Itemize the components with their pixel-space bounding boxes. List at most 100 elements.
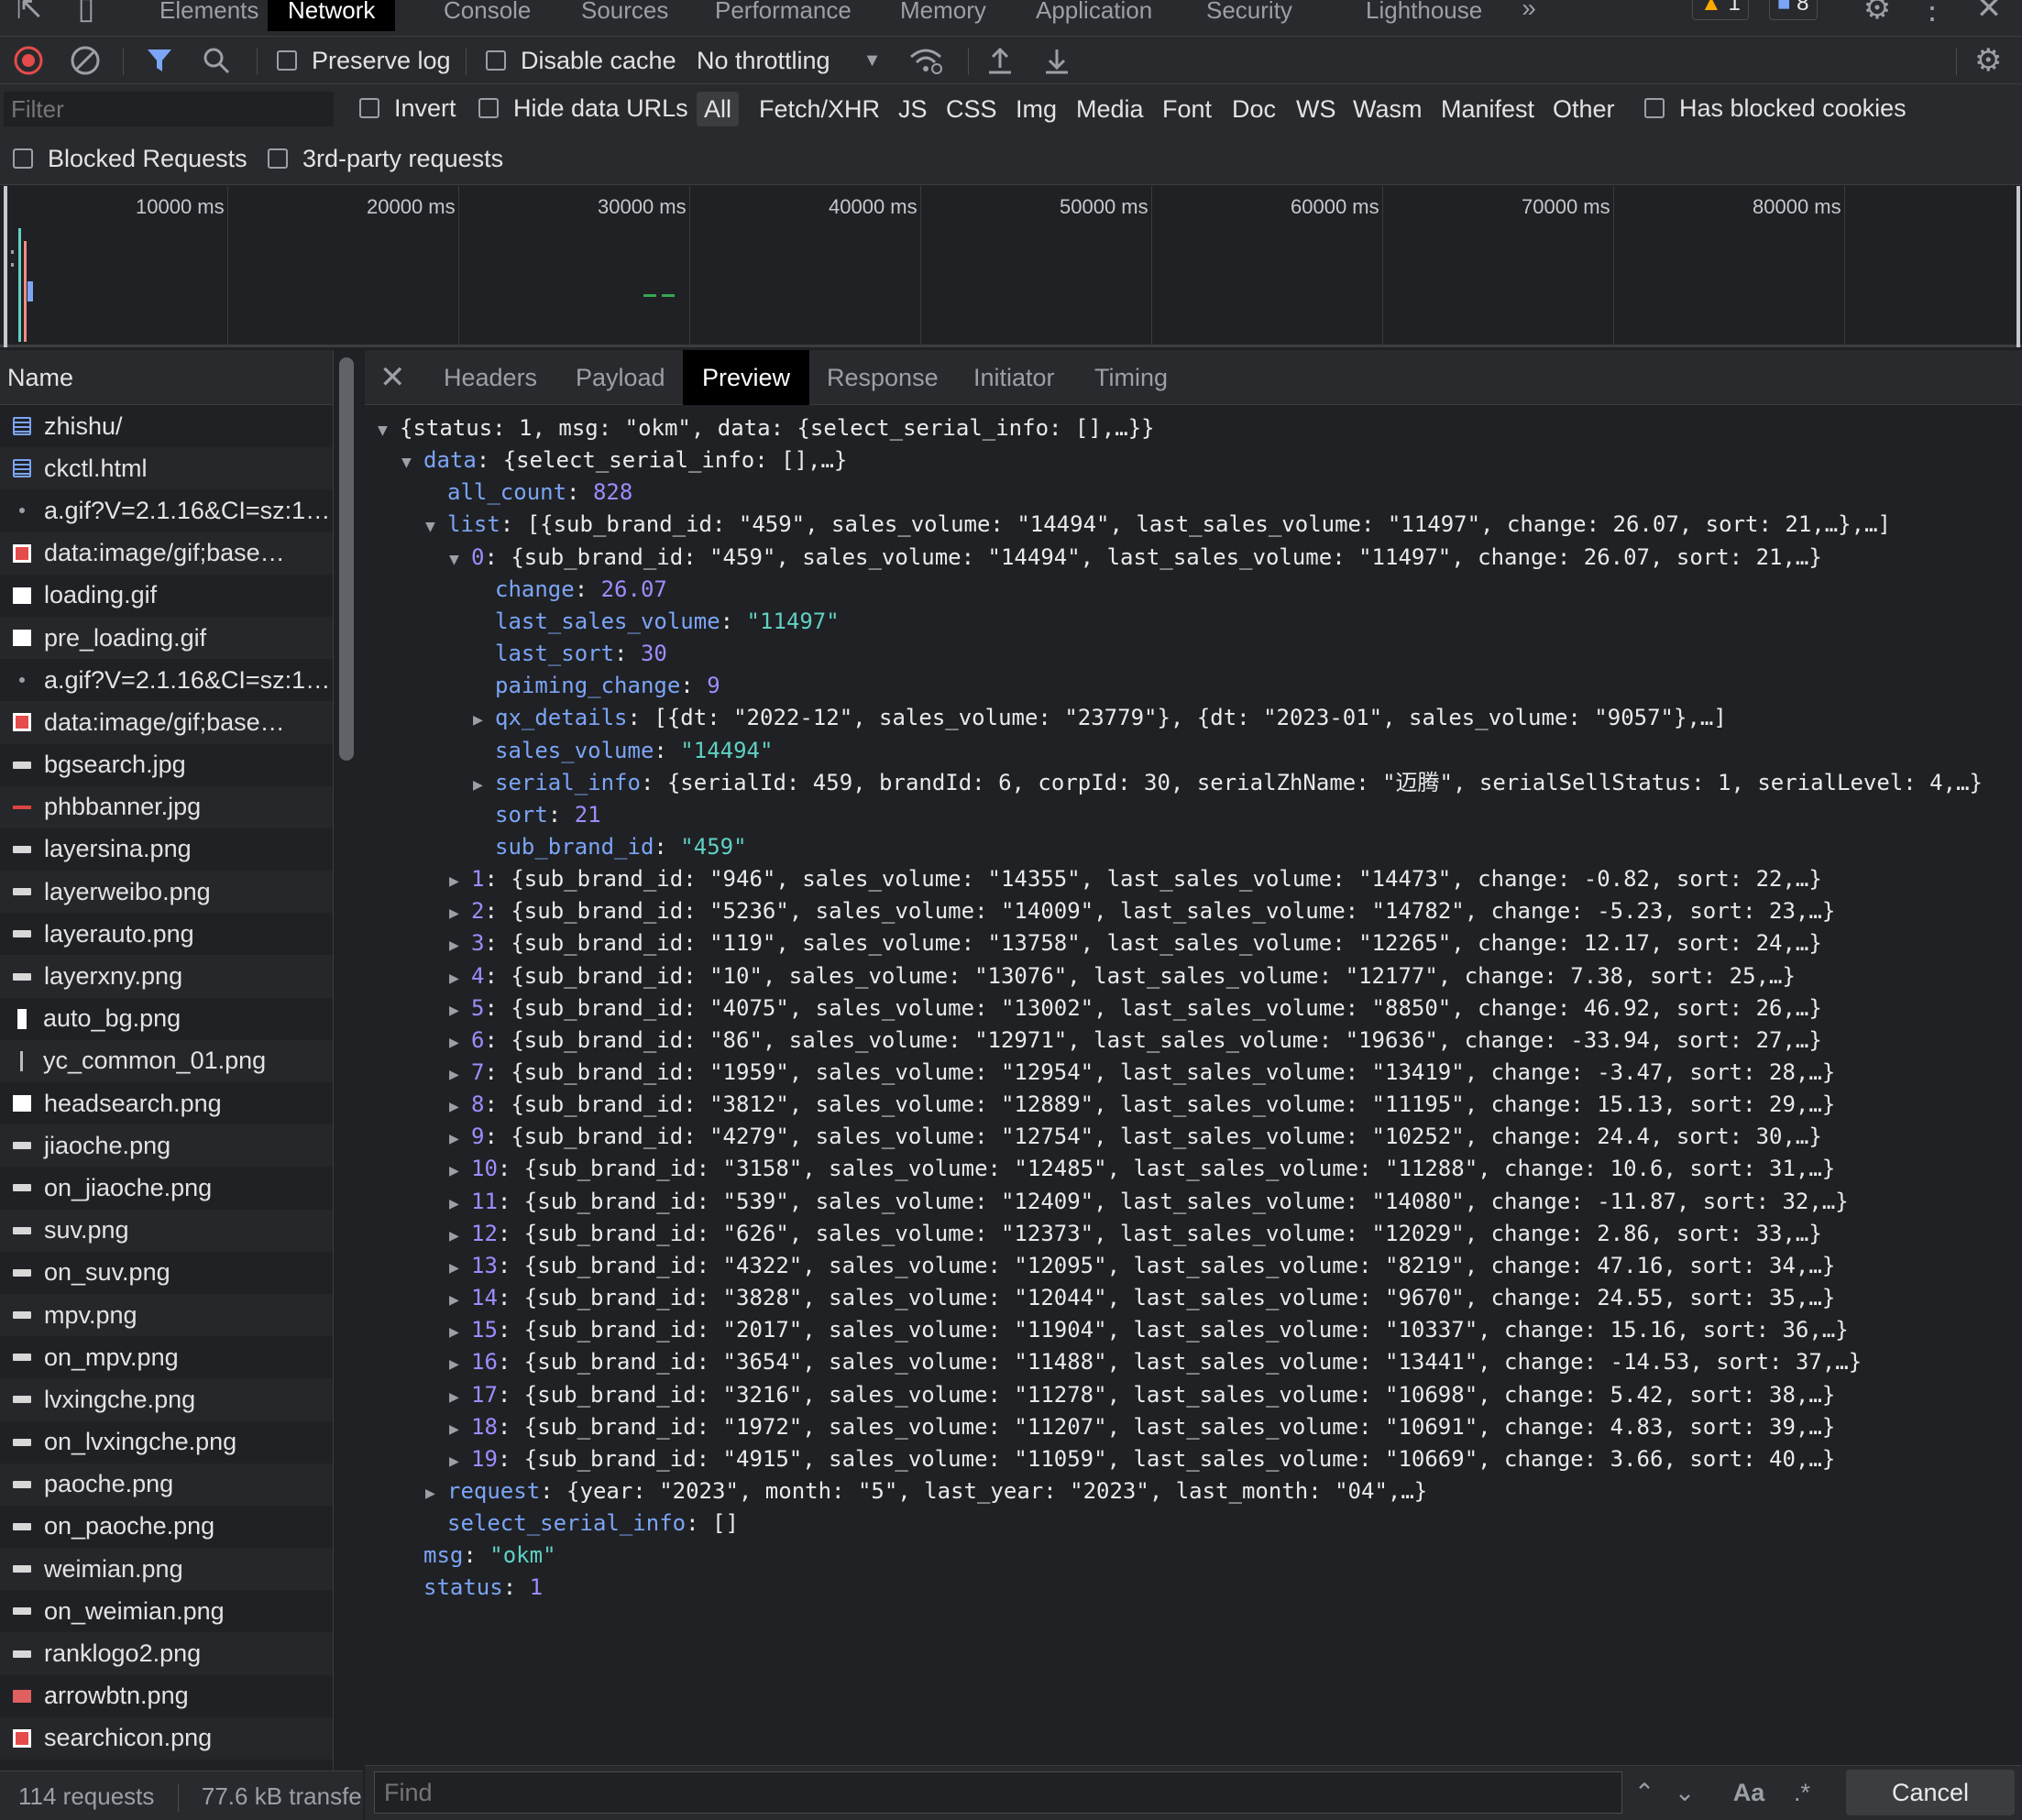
- request-row[interactable]: suv.png: [0, 1209, 333, 1252]
- warnings-badge[interactable]: ▲ 1: [1692, 0, 1749, 20]
- collapsed-triangle-icon[interactable]: ▶: [449, 897, 471, 929]
- filter-type-css[interactable]: CSS: [942, 92, 1001, 126]
- collapsed-triangle-icon[interactable]: ▶: [425, 1477, 447, 1509]
- json-tree-line[interactable]: ▶ 8: {sub_brand_id: "3812", sales_volume:…: [449, 1089, 1835, 1121]
- collapsed-triangle-icon[interactable]: ▶: [449, 1284, 471, 1316]
- overview-right-handle[interactable]: [2017, 186, 2020, 347]
- name-column-header[interactable]: Name: [0, 350, 333, 405]
- more-tabs-icon[interactable]: »: [1509, 0, 1549, 31]
- request-row[interactable]: data:image/gif;base…: [0, 532, 333, 575]
- collapsed-triangle-icon[interactable]: ▶: [449, 1123, 471, 1155]
- preserve-log-checkbox[interactable]: Preserve log: [277, 37, 451, 84]
- filter-type-doc[interactable]: Doc: [1228, 92, 1280, 126]
- json-tree-line[interactable]: ▶ 15: {sub_brand_id: "2017", sales_volume…: [449, 1314, 1849, 1346]
- collapsed-triangle-icon[interactable]: ▶: [449, 1026, 471, 1058]
- inspect-element-icon[interactable]: ⇱: [9, 0, 49, 31]
- filter-type-media[interactable]: Media: [1072, 92, 1148, 126]
- json-tree-line[interactable]: ▼ data: {select_serial_info: [],…}: [401, 444, 847, 477]
- export-har-icon[interactable]: [1043, 37, 1071, 84]
- request-row[interactable]: loading.gif: [0, 575, 333, 617]
- json-tree-line[interactable]: ▶ 7: {sub_brand_id: "1959", sales_volume:…: [449, 1057, 1835, 1089]
- match-case-button[interactable]: Aa: [1723, 1771, 1775, 1814]
- tab-lighthouse[interactable]: Lighthouse: [1366, 0, 1482, 31]
- json-tree-line[interactable]: ▼ {status: 1, msg: "okm", data: {select_s…: [378, 412, 1155, 444]
- request-row[interactable]: layersina.png: [0, 828, 333, 871]
- network-conditions-icon[interactable]: [907, 37, 944, 84]
- collapsed-triangle-icon[interactable]: ▶: [449, 1058, 471, 1091]
- expanded-triangle-icon[interactable]: ▼: [425, 510, 447, 543]
- collapsed-triangle-icon[interactable]: ▶: [449, 1091, 471, 1123]
- filter-icon[interactable]: [145, 37, 174, 84]
- overview-left-handle[interactable]: [4, 186, 7, 347]
- tab-console[interactable]: Console: [444, 0, 531, 31]
- device-toolbar-icon[interactable]: ▯: [66, 0, 106, 31]
- third-party-requests-checkbox[interactable]: 3rd-party requests: [268, 132, 503, 185]
- tab-security[interactable]: Security: [1206, 0, 1292, 31]
- close-devtools-icon[interactable]: ✕: [1969, 0, 2009, 31]
- json-tree-line[interactable]: ▶ qx_details: [{dt: "2022-12", sales_volu…: [473, 702, 1727, 734]
- request-row[interactable]: on_suv.png: [0, 1252, 333, 1294]
- detail-tab-payload[interactable]: Payload: [576, 350, 665, 405]
- collapsed-triangle-icon[interactable]: ▶: [449, 962, 471, 994]
- record-stop-icon[interactable]: [13, 37, 44, 84]
- collapsed-triangle-icon[interactable]: ▶: [449, 994, 471, 1026]
- expanded-triangle-icon[interactable]: ▼: [378, 414, 400, 446]
- json-tree-line[interactable]: ▼ list: [{sub_brand_id: "459", sales_volu…: [425, 509, 1891, 541]
- request-row[interactable]: bgsearch.jpg: [0, 744, 333, 786]
- import-har-icon[interactable]: [986, 37, 1014, 84]
- hide-data-urls-checkbox[interactable]: Hide data URLs: [478, 84, 688, 132]
- request-row[interactable]: data:image/gif;base…: [0, 701, 333, 744]
- collapsed-triangle-icon[interactable]: ▶: [449, 1188, 471, 1220]
- collapsed-triangle-icon[interactable]: ▶: [449, 1252, 471, 1284]
- collapsed-triangle-icon[interactable]: ▶: [449, 1155, 471, 1187]
- request-row[interactable]: searchicon.png: [0, 1716, 333, 1760]
- request-row[interactable]: pre_loading.gif: [0, 616, 333, 660]
- request-row[interactable]: on_paoche.png: [0, 1506, 333, 1548]
- collapsed-triangle-icon[interactable]: ▶: [449, 1348, 471, 1380]
- request-row[interactable]: weimian.png: [0, 1548, 333, 1591]
- clear-icon[interactable]: [70, 37, 101, 84]
- request-row[interactable]: on_jiaoche.png: [0, 1167, 333, 1209]
- request-row[interactable]: yc_common_01.png: [0, 1039, 333, 1082]
- json-tree-line[interactable]: ▶ 4: {sub_brand_id: "10", sales_volume: "…: [449, 960, 1796, 992]
- tab-elements[interactable]: Elements: [159, 0, 258, 31]
- has-blocked-cookies-checkbox[interactable]: Has blocked cookies: [1644, 84, 1907, 132]
- request-row[interactable]: ranklogo2.png: [0, 1632, 333, 1675]
- json-tree-line[interactable]: ▶ 5: {sub_brand_id: "4075", sales_volume:…: [449, 992, 1822, 1025]
- request-row[interactable]: paoche.png: [0, 1463, 333, 1506]
- filter-type-ws[interactable]: WS: [1292, 92, 1340, 126]
- close-detail-icon[interactable]: ✕: [379, 350, 406, 405]
- json-tree-line[interactable]: ▼ 0: {sub_brand_id: "459", sales_volume: …: [449, 542, 1822, 574]
- filter-type-all[interactable]: All: [697, 92, 740, 126]
- settings-gear-icon[interactable]: ⚙: [1857, 0, 1897, 31]
- json-tree-line[interactable]: ▶ 14: {sub_brand_id: "3828", sales_volume…: [449, 1282, 1835, 1314]
- find-input[interactable]: [374, 1771, 1622, 1814]
- request-row[interactable]: on_lvxingche.png: [0, 1421, 333, 1464]
- request-row[interactable]: on_weimian.png: [0, 1590, 333, 1632]
- tab-network[interactable]: Network: [268, 0, 396, 31]
- filter-type-js[interactable]: JS: [895, 92, 931, 126]
- json-tree-line[interactable]: ▶ 2: {sub_brand_id: "5236", sales_volume:…: [449, 895, 1835, 927]
- disable-cache-checkbox[interactable]: Disable cache: [486, 37, 676, 84]
- detail-tab-timing[interactable]: Timing: [1094, 350, 1168, 405]
- request-row[interactable]: a.gif?V=2.1.16&CI=sz:1…: [0, 659, 333, 701]
- json-tree-line[interactable]: ▶ 6: {sub_brand_id: "86", sales_volume: "…: [449, 1025, 1822, 1057]
- collapsed-triangle-icon[interactable]: ▶: [449, 1413, 471, 1445]
- detail-tab-preview[interactable]: Preview: [683, 350, 810, 405]
- collapsed-triangle-icon[interactable]: ▶: [449, 1445, 471, 1477]
- expanded-triangle-icon[interactable]: ▼: [449, 543, 471, 576]
- request-row[interactable]: ckctl.html: [0, 447, 333, 490]
- json-tree-line[interactable]: ▶ 17: {sub_brand_id: "3216", sales_volume…: [449, 1379, 1835, 1411]
- json-tree-line[interactable]: ▶ 19: {sub_brand_id: "4915", sales_volume…: [449, 1443, 1835, 1475]
- blocked-requests-checkbox[interactable]: Blocked Requests: [13, 132, 247, 185]
- collapsed-triangle-icon[interactable]: ▶: [449, 1316, 471, 1348]
- json-tree-line[interactable]: ▶ 12: {sub_brand_id: "626", sales_volume:…: [449, 1218, 1822, 1250]
- collapsed-triangle-icon[interactable]: ▶: [449, 929, 471, 961]
- request-row[interactable]: zhishu/: [0, 405, 333, 447]
- collapsed-triangle-icon[interactable]: ▶: [449, 1381, 471, 1413]
- request-list-scrollbar[interactable]: [339, 357, 354, 761]
- messages-badge[interactable]: ■ 8: [1769, 0, 1818, 20]
- collapsed-triangle-icon[interactable]: ▶: [449, 865, 471, 897]
- json-tree-line[interactable]: ▶ 3: {sub_brand_id: "119", sales_volume: …: [449, 927, 1822, 959]
- request-row[interactable]: arrowbtn.png: [0, 1675, 333, 1717]
